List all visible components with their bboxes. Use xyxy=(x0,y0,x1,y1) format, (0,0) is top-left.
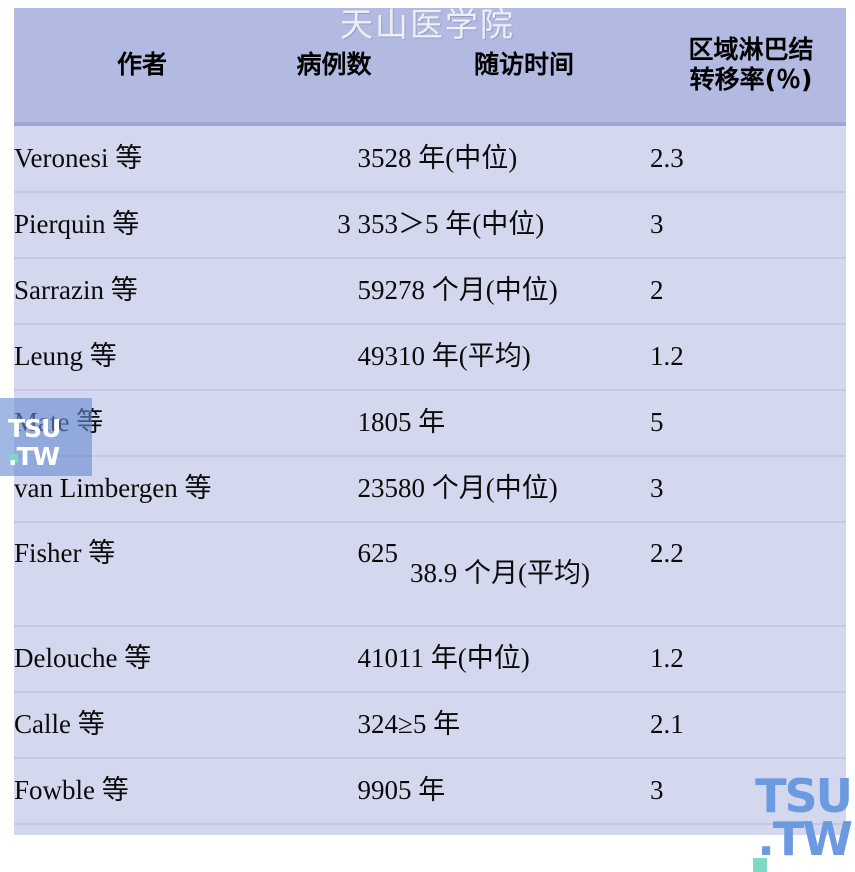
cell-metastasis-rate: 2.3 xyxy=(650,142,684,173)
cell-author: Veronesi 等 xyxy=(14,142,143,173)
cell-cases: 324 xyxy=(270,691,398,758)
cell-metastasis-rate: 5 xyxy=(650,389,846,456)
cell-followup: 8 年(中位) xyxy=(398,142,518,173)
cell-followup: 80 个月(中位) xyxy=(398,455,650,522)
table-row: Veronesi 等 352 8 年(中位) 2.3 xyxy=(14,126,846,192)
cell-cases: 180 xyxy=(270,389,398,456)
cell-followup: ＞5 年(中位) xyxy=(398,191,650,258)
cell-followup: 5 年 xyxy=(398,389,650,456)
cell-metastasis-rate: 2.2 xyxy=(650,521,846,626)
table-row: Leung 等 493 10 年(平均) 1.2 xyxy=(14,323,846,390)
table-row: van Limbergen 等 235 80 个月(中位) 3 xyxy=(14,455,846,522)
cell-followup: 11 年(中位) xyxy=(398,625,650,692)
table-header: 作者 病例数 随访时间 区域淋巴结 转移率(％) xyxy=(14,8,846,126)
cell-author: Pierquin 等 xyxy=(14,191,270,258)
table-row: Fowble 等 990 5 年 3 xyxy=(14,757,846,824)
cell-author: Fisher 等 xyxy=(14,521,270,626)
table-bottom-cell xyxy=(14,823,846,835)
column-header-metastasis-rate-line1: 区域淋巴结 xyxy=(688,34,814,64)
cell-cases: 235 xyxy=(270,455,398,522)
cell-author: Sarrazin 等 xyxy=(14,257,270,324)
cell-followup: 10 年(平均) xyxy=(398,323,650,390)
cell-cases: 990 xyxy=(270,757,398,824)
column-header-metastasis-rate-line2: 转移率(％) xyxy=(689,65,813,94)
cell-cases: 592 xyxy=(270,257,398,324)
cell-author: van Limbergen 等 xyxy=(14,455,270,522)
header-row: 作者 病例数 随访时间 区域淋巴结 转移率(％) xyxy=(14,8,846,122)
cell-metastasis-rate: 2.1 xyxy=(650,691,846,758)
cell-cases: 625 xyxy=(270,521,398,626)
cell-author: Fowble 等 xyxy=(14,757,270,824)
regional-lymph-node-metastasis-table: 作者 病例数 随访时间 区域淋巴结 转移率(％) Veronesi 等 352 … xyxy=(14,8,846,835)
table-row: Sarrazin 等 592 78 个月(中位) 2 xyxy=(14,257,846,324)
table-row: Delouche 等 410 11 年(中位) 1.2 xyxy=(14,625,846,692)
table-row: Calle 等 324 ≥5 年 2.1 xyxy=(14,691,846,758)
cell-followup: 38.9 个月(平均) xyxy=(398,521,650,626)
column-header-cases: 病例数 xyxy=(270,8,398,122)
column-header-followup: 随访时间 xyxy=(398,8,650,122)
cell-followup: ≥5 年 xyxy=(398,691,650,758)
cell-cases: 493 xyxy=(270,323,398,390)
table-container: 作者 病例数 随访时间 区域淋巴结 转移率(％) Veronesi 等 352 … xyxy=(14,8,846,861)
cell-followup: 78 个月(中位) xyxy=(398,257,650,324)
cell-followup: 5 年 xyxy=(398,757,650,824)
cell-metastasis-rate: 3 xyxy=(650,191,846,258)
table-row: Mate 等 180 5 年 5 xyxy=(14,389,846,456)
cell-author: Mate 等 xyxy=(14,389,270,456)
cell-metastasis-rate: 2 xyxy=(650,257,846,324)
table-row: Fisher 等 625 38.9 个月(平均) 2.2 xyxy=(14,521,846,626)
cell-author: Calle 等 xyxy=(14,691,270,758)
table-bottom-edge xyxy=(14,823,846,835)
cell-metastasis-rate: 1.2 xyxy=(650,625,846,692)
cell-author: Leung 等 xyxy=(14,323,270,390)
cell-cases: 352 xyxy=(357,142,399,173)
cell-cases: 3 353 xyxy=(270,191,398,258)
table-body: Veronesi 等 352 8 年(中位) 2.3 Pierquin 等 3 … xyxy=(14,126,846,835)
cell-metastasis-rate: 3 xyxy=(650,757,846,824)
cell-metastasis-rate: 3 xyxy=(650,455,846,522)
cell-metastasis-rate: 1.2 xyxy=(650,323,846,390)
column-header-author: 作者 xyxy=(14,8,270,122)
cell-cases: 410 xyxy=(270,625,398,692)
cell-author: Delouche 等 xyxy=(14,625,270,692)
column-header-metastasis-rate: 区域淋巴结 转移率(％) xyxy=(650,8,846,122)
table-row: Pierquin 等 3 353 ＞5 年(中位) 3 xyxy=(14,191,846,258)
